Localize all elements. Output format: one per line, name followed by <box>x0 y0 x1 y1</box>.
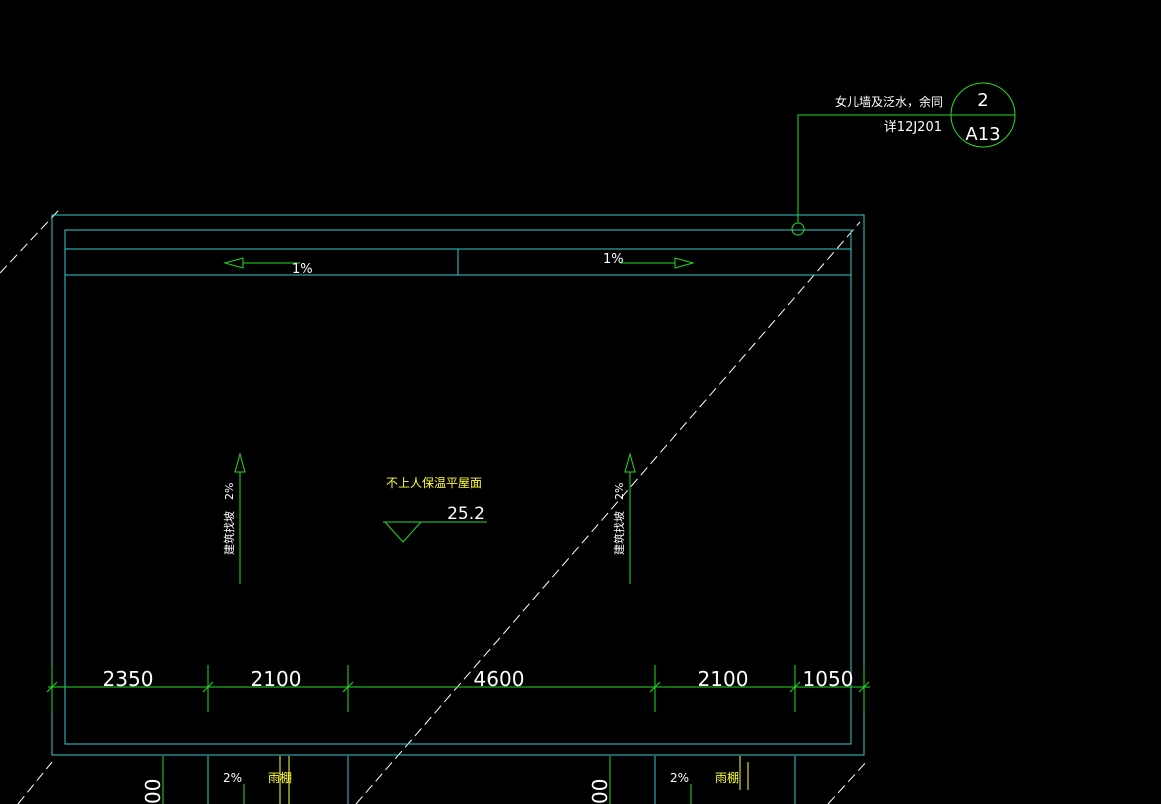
break-line-diagonal <box>355 221 861 804</box>
gutter-slope-left: 1% <box>223 257 313 277</box>
roof-label: 不上人保温平屋面 <box>386 476 482 490</box>
dimension-value: 2100 <box>251 667 302 691</box>
arrow-right-icon <box>674 257 695 269</box>
dimension-value: 2100 <box>698 667 749 691</box>
slope-right-value: 2% <box>613 483 626 500</box>
canopy-right-dimension: 00 <box>588 779 612 804</box>
gutter-slope-right-label: 1% <box>603 252 624 267</box>
canopy-right-label: 雨棚 <box>715 770 739 785</box>
break-line-bottom-right <box>827 759 869 804</box>
canopy-left-slope: 2% <box>223 771 242 785</box>
dimension-value: 4600 <box>474 667 525 691</box>
cad-drawing-canvas: 1% 1% 女儿墙及泛水，余同 详12J201 2 A13 不上人保温平屋面 2… <box>0 82 1016 804</box>
canopy-left-label: 雨棚 <box>268 770 292 785</box>
dimension-value: 2350 <box>103 667 154 691</box>
roof-label-group: 不上人保温平屋面 25.2 <box>383 476 487 543</box>
canopy-right-slope: 2% <box>670 771 689 785</box>
callout-note-line2: 详12J201 <box>884 120 942 135</box>
detail-callout: 女儿墙及泛水，余同 详12J201 2 A13 <box>791 82 1016 236</box>
break-lines <box>0 210 869 804</box>
gutter-slope-left-label: 1% <box>292 262 313 277</box>
detail-number: 2 <box>977 90 988 111</box>
slope-left-text: 建筑找坡 <box>222 511 236 555</box>
break-line-bottom-left <box>17 761 53 804</box>
elevation-marker-icon <box>383 521 423 543</box>
callout-note-line1: 女儿墙及泛水，余同 <box>835 94 943 109</box>
roof-elevation: 25.2 <box>447 504 485 524</box>
arrow-left-icon <box>223 257 244 269</box>
slope-arrow-left: 建筑找坡 2% <box>222 452 246 584</box>
canopy-left: 00 2% 雨棚 <box>141 756 349 804</box>
slope-arrow-right: 建筑找坡 2% <box>612 452 636 584</box>
slope-left-value: 2% <box>223 483 236 500</box>
canopy-left-dimension: 00 <box>141 779 165 804</box>
callout-anchor-circle <box>791 222 805 236</box>
slope-arrow-up-icon <box>234 452 246 473</box>
break-line-top-left <box>0 210 59 274</box>
canopy-right: 00 2% 雨棚 <box>588 756 796 804</box>
gutter-slope-right: 1% <box>603 252 695 269</box>
dimension-value: 1050 <box>803 667 854 691</box>
slope-right-text: 建筑找坡 <box>612 511 626 555</box>
slope-arrow-up-icon <box>624 452 636 473</box>
detail-sheet-number: A13 <box>965 124 1000 145</box>
